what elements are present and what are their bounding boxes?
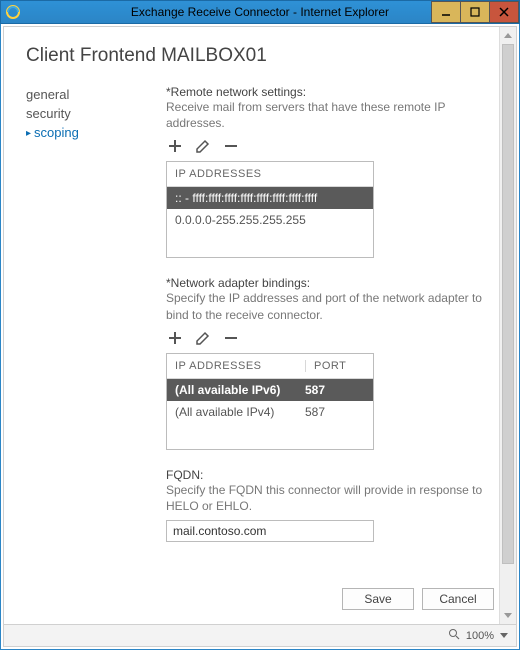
scroll-thumb[interactable] <box>502 44 514 564</box>
scroll-up-icon[interactable] <box>500 27 516 44</box>
bindings-header-port: PORT <box>305 360 365 372</box>
ip-value: :: - ffff:ffff:ffff:ffff:ffff:ffff:ffff:… <box>175 191 365 205</box>
add-icon[interactable] <box>166 329 184 347</box>
list-item[interactable]: 0.0.0.0-255.255.255.255 <box>167 209 373 231</box>
ie-icon <box>5 4 21 20</box>
nav-item-general[interactable]: general <box>26 85 166 104</box>
remote-toolbar <box>166 137 494 155</box>
remote-help: Receive mail from servers that have thes… <box>166 99 494 131</box>
dialog-footer: Save Cancel <box>342 588 494 610</box>
edit-icon[interactable] <box>194 329 212 347</box>
zoom-icon[interactable] <box>448 628 460 643</box>
remove-icon[interactable] <box>222 329 240 347</box>
binding-port: 587 <box>305 405 365 419</box>
window-controls <box>432 1 519 23</box>
titlebar: Exchange Receive Connector - Internet Ex… <box>0 0 520 24</box>
status-bar: 100% <box>4 624 516 646</box>
bindings-help: Specify the IP addresses and port of the… <box>166 290 494 322</box>
fqdn-help: Specify the FQDN this connector will pro… <box>166 482 494 514</box>
list-item[interactable]: :: - ffff:ffff:ffff:ffff:ffff:ffff:ffff:… <box>167 187 373 209</box>
maximize-button[interactable] <box>460 1 490 23</box>
ip-value: 0.0.0.0-255.255.255.255 <box>175 213 365 227</box>
binding-port: 587 <box>305 383 365 397</box>
remote-ip-list[interactable]: IP ADDRESSES :: - ffff:ffff:ffff:ffff:ff… <box>166 161 374 258</box>
remote-label: *Remote network settings: <box>166 85 494 99</box>
remote-list-header: IP ADDRESSES <box>167 162 373 187</box>
edit-icon[interactable] <box>194 137 212 155</box>
list-item[interactable]: (All available IPv4) 587 <box>167 401 373 423</box>
binding-ip: (All available IPv6) <box>175 383 305 397</box>
fqdn-input[interactable] <box>166 520 374 542</box>
bindings-label: *Network adapter bindings: <box>166 276 494 290</box>
binding-ip: (All available IPv4) <box>175 405 305 419</box>
nav-item-scoping[interactable]: scoping <box>26 123 166 142</box>
close-button[interactable] <box>489 1 519 23</box>
nav-item-security[interactable]: security <box>26 104 166 123</box>
scroll-down-icon[interactable] <box>500 607 516 624</box>
cancel-button[interactable]: Cancel <box>422 588 494 610</box>
page-title: Client Frontend MAILBOX01 <box>26 45 494 67</box>
chevron-down-icon[interactable] <box>500 633 508 638</box>
fqdn-label: FQDN: <box>166 468 494 482</box>
vertical-scrollbar[interactable] <box>499 27 516 624</box>
side-nav: general security scoping <box>26 85 166 542</box>
minimize-button[interactable] <box>431 1 461 23</box>
save-button[interactable]: Save <box>342 588 414 610</box>
remove-icon[interactable] <box>222 137 240 155</box>
zoom-level[interactable]: 100% <box>466 630 494 642</box>
bindings-header-ip: IP ADDRESSES <box>175 360 313 372</box>
add-icon[interactable] <box>166 137 184 155</box>
bindings-toolbar <box>166 329 494 347</box>
bindings-list[interactable]: IP ADDRESSES PORT (All available IPv6) 5… <box>166 353 374 450</box>
bindings-list-header: IP ADDRESSES PORT <box>167 354 373 379</box>
list-item[interactable]: (All available IPv6) 587 <box>167 379 373 401</box>
remote-header-ip: IP ADDRESSES <box>175 168 365 180</box>
